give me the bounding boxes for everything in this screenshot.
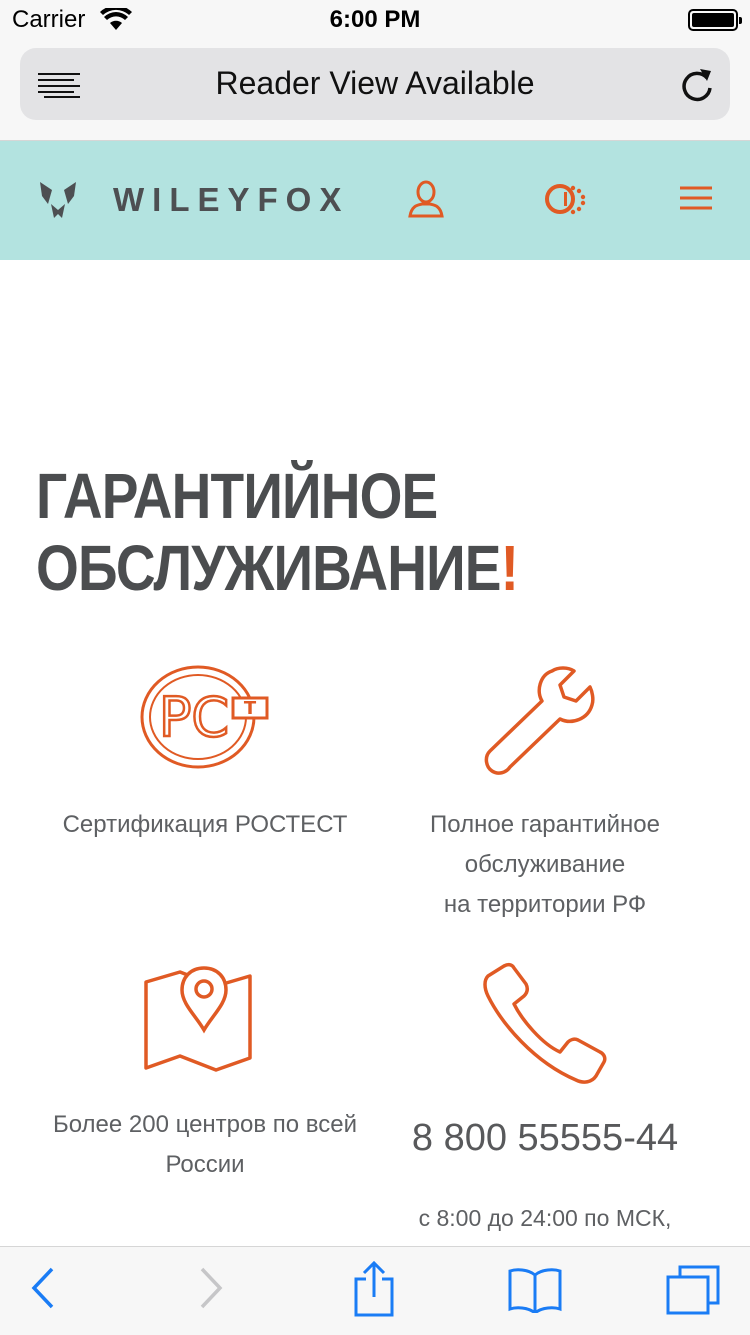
page-title: ГАРАНТИЙНОЕ ОБСЛУЖИВАНИЕ! [36, 460, 604, 604]
wrench-icon [484, 666, 595, 775]
browser-toolbar [0, 1246, 750, 1335]
service-caption-line-1: Полное гарантийное [430, 811, 660, 838]
page-title-line-2: ОБСЛУЖИВАНИЕ [36, 532, 502, 604]
share-icon[interactable] [352, 1261, 396, 1317]
fox-logo-icon[interactable] [38, 180, 78, 220]
centers-caption: Более 200 центров по всей России [35, 1105, 375, 1185]
phone-handset-icon[interactable] [482, 962, 608, 1086]
service-caption-line-2: обслуживание [464, 851, 626, 878]
reload-icon[interactable] [680, 66, 714, 102]
status-bar: Carrier 6:00 PM [0, 0, 750, 40]
forward-icon[interactable] [198, 1265, 224, 1311]
address-bar[interactable]: Reader View Available [20, 48, 730, 120]
browser-address-area: Reader View Available [0, 40, 750, 141]
page-title-line-1: ГАРАНТИЙНОЕ [36, 460, 438, 532]
rostest-pc-letters: РС [159, 686, 229, 749]
site-header: WILEYFOX [0, 141, 750, 260]
hotline-hours: с 8:00 до 24:00 по МСК, [418, 1205, 672, 1231]
address-bar-label[interactable]: Reader View Available [20, 65, 730, 102]
centers-caption-line-2: России [165, 1151, 245, 1178]
hamburger-menu-icon[interactable] [680, 186, 712, 210]
rostest-caption: Сертификация РОСТЕСТ [62, 811, 348, 838]
brand-wordmark[interactable]: WILEYFOX [113, 181, 349, 219]
service-caption: Полное гарантийное обслуживание на терри… [380, 805, 710, 925]
bookmarks-icon[interactable] [508, 1267, 562, 1313]
battery-icon [688, 9, 742, 31]
back-icon[interactable] [30, 1265, 56, 1311]
service-caption-line-3: на территории РФ [443, 891, 647, 918]
clock: 6:00 PM [329, 6, 421, 33]
rostest-certification-icon: Т РС [140, 665, 269, 769]
language-globe-icon[interactable] [543, 182, 589, 216]
hotline-phone-number[interactable]: 8 800 55555-44 [380, 1117, 710, 1160]
service-centers-map-icon [144, 966, 252, 1072]
rostest-t-letter: Т [244, 698, 257, 719]
centers-caption-line-1: Более 200 центров по всей [52, 1111, 358, 1138]
tabs-icon[interactable] [666, 1265, 720, 1315]
exclamation-mark: ! [500, 532, 519, 604]
user-account-icon[interactable] [406, 179, 446, 219]
